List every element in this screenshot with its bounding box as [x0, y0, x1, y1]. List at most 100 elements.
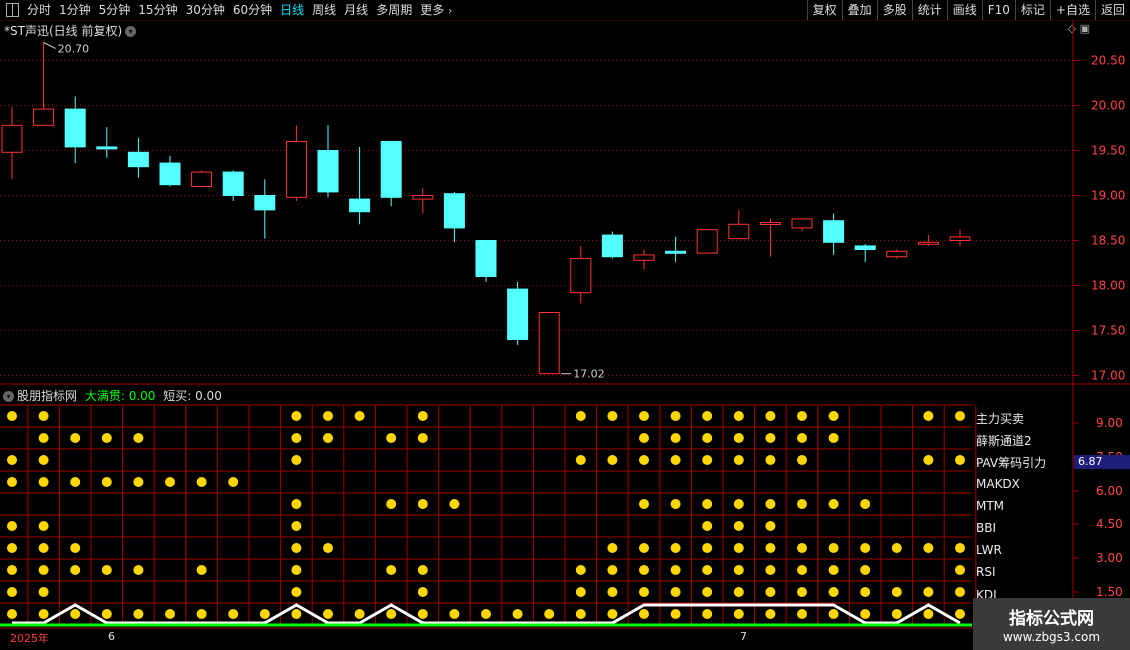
indicator-dot [38, 455, 49, 465]
indicator-dot [417, 499, 428, 509]
indicator-dot [228, 609, 239, 619]
indicator-dot [670, 587, 681, 597]
candle-body-up [759, 222, 781, 225]
indicator-dot [607, 455, 618, 465]
window-toggle-icon[interactable]: ▣ [1080, 22, 1090, 35]
indicator-dot [386, 609, 397, 619]
candle-body-up [696, 229, 718, 254]
candle-body-up [191, 171, 213, 188]
indicator-dot [828, 433, 839, 443]
period-tab-6[interactable]: 日线 [276, 0, 308, 20]
chevron-down-icon[interactable]: ▾ [125, 26, 137, 37]
value-tick-label: 4.50 [1096, 517, 1123, 531]
indicator-dot [702, 521, 713, 531]
period-tab-4[interactable]: 30分钟 [182, 0, 229, 20]
chevron-right-icon: › [448, 3, 453, 17]
indicator-dot [733, 565, 744, 575]
price-tick-label: 18.50 [1091, 234, 1125, 248]
chevron-down-icon[interactable]: ▾ [3, 391, 14, 402]
period-tab-1[interactable]: 1分钟 [55, 0, 95, 20]
indicator-dot [386, 433, 397, 443]
price-tick-label: 19.00 [1091, 189, 1125, 203]
candle-body-down [380, 141, 402, 198]
indicator-dot [38, 521, 49, 531]
indicator-row-label: 薛斯通道2 [976, 434, 1032, 449]
value-tick-label: 6.00 [1096, 484, 1123, 498]
price-tick-label: 17.00 [1091, 369, 1125, 383]
series1-value: 大满贯: 0.00 [84, 389, 156, 403]
toolbar-button-7[interactable]: +自选 [1049, 0, 1095, 20]
indicator-dot [291, 609, 302, 619]
indicator-dot [733, 499, 744, 509]
indicator-dot [38, 411, 49, 421]
candle-body-up [570, 258, 592, 294]
period-tab-3[interactable]: 15分钟 [134, 0, 181, 20]
period-tab-2[interactable]: 5分钟 [95, 0, 135, 20]
candle-body-up [791, 218, 813, 229]
indicator-dot [323, 543, 333, 553]
indicator-dot [955, 411, 965, 421]
watermark: 指标公式网 www.zbgs3.com [973, 598, 1130, 650]
diamond-icon[interactable]: ◇ [1068, 22, 1076, 35]
chart-title: *ST声迅(日线 前复权) ▾ [4, 22, 137, 39]
indicator-dot [702, 587, 713, 597]
indicator-dot [291, 587, 302, 597]
period-tab-9[interactable]: 多周期 [372, 0, 416, 20]
indicator-row-label: MTM [976, 498, 1005, 513]
indicator-dot [291, 565, 302, 575]
toolbar-button-8[interactable]: 返回 [1094, 0, 1130, 20]
indicator-dot [133, 609, 144, 619]
toolbar-button-6[interactable]: 标记 [1014, 0, 1050, 20]
toolbar-button-0[interactable]: 复权 [806, 0, 842, 20]
toolbar-button-4[interactable]: 画线 [946, 0, 982, 20]
indicator-dot [323, 433, 333, 443]
more-menu-button[interactable]: 更多 › [416, 0, 460, 21]
indicator-dot [70, 543, 81, 553]
indicator-dot [670, 411, 681, 421]
indicator-dot [702, 455, 713, 465]
toolbar-button-1[interactable]: 叠加 [841, 0, 877, 20]
value-tick-label: 1.50 [1096, 585, 1123, 599]
indicator-dot [38, 477, 49, 487]
indicator-dot [797, 433, 807, 443]
indicator-dot [417, 587, 428, 597]
period-tab-5[interactable]: 60分钟 [229, 0, 276, 20]
candle-body-up [633, 254, 655, 261]
indicator-dot [70, 433, 81, 443]
price-tick-label: 17.50 [1091, 324, 1125, 338]
indicator-dot [797, 609, 807, 619]
period-tab-8[interactable]: 月线 [340, 0, 372, 20]
period-tab-7[interactable]: 周线 [308, 0, 340, 20]
indicator-dot [133, 433, 144, 443]
chart-corner-controls: ◇ ▣ [1068, 22, 1090, 35]
toolbar-button-3[interactable]: 统计 [911, 0, 947, 20]
chart-canvas[interactable]: 20.50 20.00 19.50 19.00 18.50 18.00 17.50 17.00… [0, 0, 1130, 650]
indicator-dot [923, 609, 934, 619]
indicator-dot [639, 543, 649, 553]
indicator-dot [733, 609, 744, 619]
indicator-row-label: PAV筹码引力 [976, 456, 1047, 471]
indicator-dot [733, 543, 744, 553]
indicator-row-label: 主力买卖 [976, 412, 1025, 426]
indicator-title: ▾ 股朋指标网 大满贯: 0.00 短买: 0.00 [3, 387, 222, 404]
indicator-dot [354, 609, 365, 619]
toolbar-button-2[interactable]: 多股 [876, 0, 912, 20]
indicator-dot [670, 433, 681, 443]
indicator-dot [196, 565, 207, 575]
indicator-dot [670, 565, 681, 575]
panel-toggle-icon[interactable] [6, 3, 19, 17]
indicator-dot [70, 565, 81, 575]
toolbar-button-5[interactable]: F10 [981, 0, 1015, 20]
indicator-dot [481, 609, 491, 619]
indicator-dot [323, 411, 333, 421]
indicator-dot [733, 411, 744, 421]
period-tab-0[interactable]: 分时 [23, 0, 55, 20]
indicator-dot [544, 609, 555, 619]
indicator-dot [702, 433, 713, 443]
indicator-row-label: BBI [976, 521, 997, 535]
indicator-dot [765, 543, 776, 553]
indicator-dot [133, 477, 144, 487]
indicator-dot [133, 565, 144, 575]
candle-body-down [317, 150, 339, 193]
candle-body-down [854, 245, 876, 250]
